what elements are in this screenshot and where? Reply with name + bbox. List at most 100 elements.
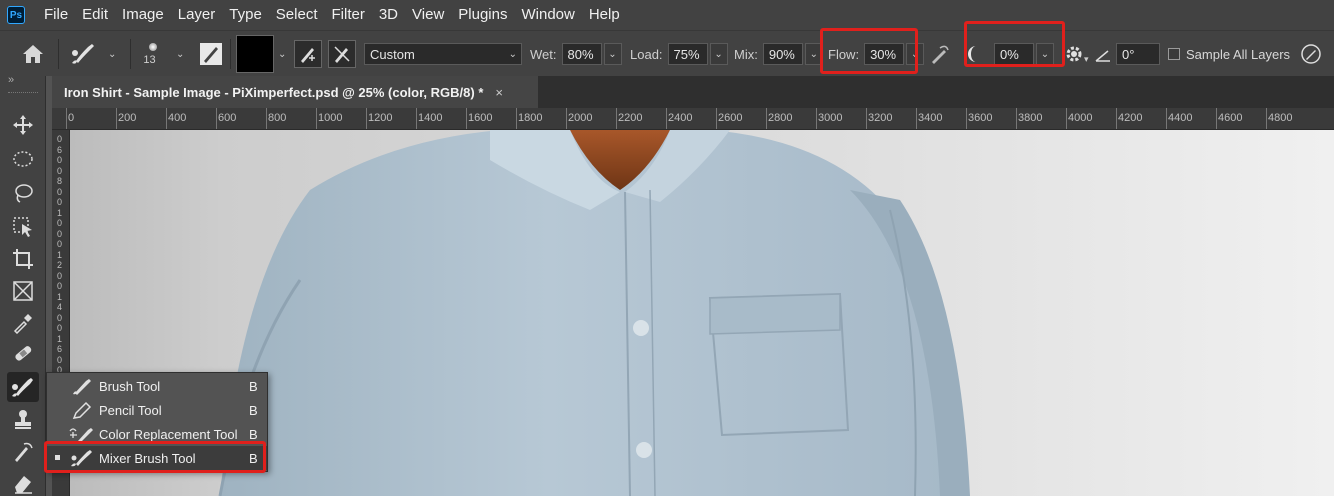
- lasso-icon: [15, 184, 33, 203]
- document-tab[interactable]: Iron Shirt - Sample Image - PiXimperfect…: [52, 76, 538, 108]
- flyout-item-shortcut: B: [249, 378, 258, 394]
- ruler-tick-label: 4400: [1168, 112, 1193, 124]
- menu-bar: Ps File Edit Image Layer Type Select Fil…: [0, 0, 1334, 30]
- document-tab-title: Iron Shirt - Sample Image - PiXimperfect…: [64, 84, 484, 100]
- tool-preset-picker[interactable]: ⌄: [68, 31, 116, 77]
- sample-all-layers-option[interactable]: Sample All Layers: [1168, 31, 1290, 77]
- menu-view[interactable]: View: [405, 0, 451, 30]
- menu-file[interactable]: File: [37, 0, 75, 30]
- collapse-icon[interactable]: »: [8, 74, 14, 86]
- move-tool[interactable]: [7, 110, 39, 140]
- ruler-tick: [266, 108, 267, 129]
- brush-size-value: 13: [143, 53, 156, 66]
- history-brush-tool[interactable]: [7, 436, 39, 466]
- preset-value: Custom: [370, 46, 415, 62]
- chevron-down-icon: ⌄: [608, 48, 617, 60]
- ruler-tick-label: 3200: [868, 112, 893, 124]
- load-brush-toggle[interactable]: [294, 31, 322, 77]
- load-input[interactable]: 75%: [667, 43, 708, 65]
- ruler-tick-label: 4000: [1068, 112, 1093, 124]
- ruler-tick: [1116, 108, 1117, 129]
- menu-select[interactable]: Select: [269, 0, 325, 30]
- ruler-tick-label: 4600: [1218, 112, 1243, 124]
- mixer-brush-tool[interactable]: [7, 372, 39, 402]
- horizontal-ruler[interactable]: 0 200 400 600 800 1000 1200 1400 1600 1800 2000 220…: [52, 108, 1334, 130]
- airbrush-icon: [932, 45, 949, 64]
- ruler-tick: [616, 108, 617, 129]
- chevron-down-icon: ▾: [1084, 53, 1089, 64]
- chevron-down-icon[interactable]: ⌄: [278, 49, 286, 60]
- sample-all-layers-label: Sample All Layers: [1186, 46, 1291, 62]
- crop-tool[interactable]: [7, 244, 39, 274]
- chevron-down-icon: ⌄: [108, 48, 117, 60]
- ruler-tick: [666, 108, 667, 129]
- preset-select[interactable]: Custom ⌄: [364, 31, 522, 77]
- panel-grip[interactable]: [8, 92, 38, 95]
- ruler-tick-label: 0: [68, 112, 75, 124]
- ruler-tick-label: 800: [268, 112, 287, 124]
- document-tab-bar: Iron Shirt - Sample Image - PiXimperfect…: [52, 76, 1334, 108]
- menu-window[interactable]: Window: [514, 0, 581, 30]
- eyedropper-tool[interactable]: [7, 308, 39, 338]
- ruler-tick-label: 0: [57, 155, 63, 165]
- mix-input[interactable]: 90%: [762, 43, 803, 65]
- ruler-tick-label: 4: [57, 302, 63, 312]
- load-dropdown[interactable]: ⌄: [709, 43, 728, 65]
- ruler-tick-label: 8: [57, 176, 63, 186]
- photoshop-logo[interactable]: Ps: [7, 6, 25, 24]
- ruler-tick-label: 0: [57, 281, 63, 291]
- clone-stamp-tool[interactable]: [7, 404, 39, 434]
- ruler-tick: [1016, 108, 1017, 129]
- object-selection-tool[interactable]: [7, 212, 39, 242]
- ruler-tick-label: 2: [57, 260, 63, 270]
- ruler-tick-label: 600: [218, 112, 237, 124]
- sample-all-layers-checkbox[interactable]: [1168, 48, 1180, 60]
- ruler-tick-label: 2200: [618, 112, 643, 124]
- smoothing-options-button[interactable]: ▾: [1064, 31, 1089, 77]
- flyout-pencil-tool[interactable]: Pencil Tool B: [47, 398, 267, 422]
- ruler-tick-label: 0: [57, 197, 63, 207]
- home-button[interactable]: [20, 31, 46, 77]
- ruler-tick-label: 0: [57, 312, 63, 323]
- current-brush-load-swatch[interactable]: [236, 31, 274, 77]
- menu-plugins[interactable]: Plugins: [451, 0, 514, 30]
- ruler-tick: [1216, 108, 1217, 129]
- menu-edit[interactable]: Edit: [75, 0, 115, 30]
- stamp-icon: [15, 410, 31, 429]
- ruler-tick-label: 3000: [818, 112, 843, 124]
- ruler-tick: [166, 108, 167, 129]
- marquee-tool[interactable]: [7, 144, 39, 174]
- brush-settings-icon: [200, 43, 222, 65]
- lasso-tool[interactable]: [7, 178, 39, 208]
- wet-input[interactable]: 80%: [561, 43, 602, 65]
- ruler-tick: [416, 108, 417, 129]
- menu-type[interactable]: Type: [222, 0, 269, 30]
- airbrush-button[interactable]: [928, 31, 952, 77]
- menu-help[interactable]: Help: [582, 0, 627, 30]
- flyout-brush-tool[interactable]: Brush Tool B: [47, 374, 267, 398]
- flyout-item-shortcut: B: [249, 426, 258, 442]
- frame-tool[interactable]: [7, 276, 39, 306]
- menu-image[interactable]: Image: [115, 0, 171, 30]
- gear-icon: [1066, 46, 1082, 62]
- angle-input[interactable]: 0°: [1116, 43, 1160, 65]
- brush-settings-button[interactable]: [199, 31, 223, 77]
- mixer-brush-icon: [12, 378, 33, 397]
- menu-3d[interactable]: 3D: [372, 0, 405, 30]
- flyout-item-label: Color Replacement Tool: [99, 426, 238, 442]
- ruler-tick-label: 0: [57, 165, 63, 176]
- ruler-tick-label: 1800: [518, 112, 543, 124]
- menu-filter[interactable]: Filter: [325, 0, 372, 30]
- menu-layer[interactable]: Layer: [171, 0, 223, 30]
- ruler-tick: [1166, 108, 1167, 129]
- load-brush-icon: [301, 48, 315, 63]
- clean-brush-toggle[interactable]: [328, 31, 356, 77]
- chevron-down-icon[interactable]: ⌄: [176, 49, 184, 60]
- brush-size-picker[interactable]: 13: [142, 31, 157, 77]
- pressure-button[interactable]: [1300, 31, 1322, 77]
- wet-dropdown[interactable]: ⌄: [603, 43, 622, 65]
- healing-brush-tool[interactable]: [7, 338, 39, 368]
- close-icon[interactable]: ×: [495, 85, 503, 100]
- eraser-tool[interactable]: [7, 468, 39, 496]
- home-icon: [23, 45, 43, 63]
